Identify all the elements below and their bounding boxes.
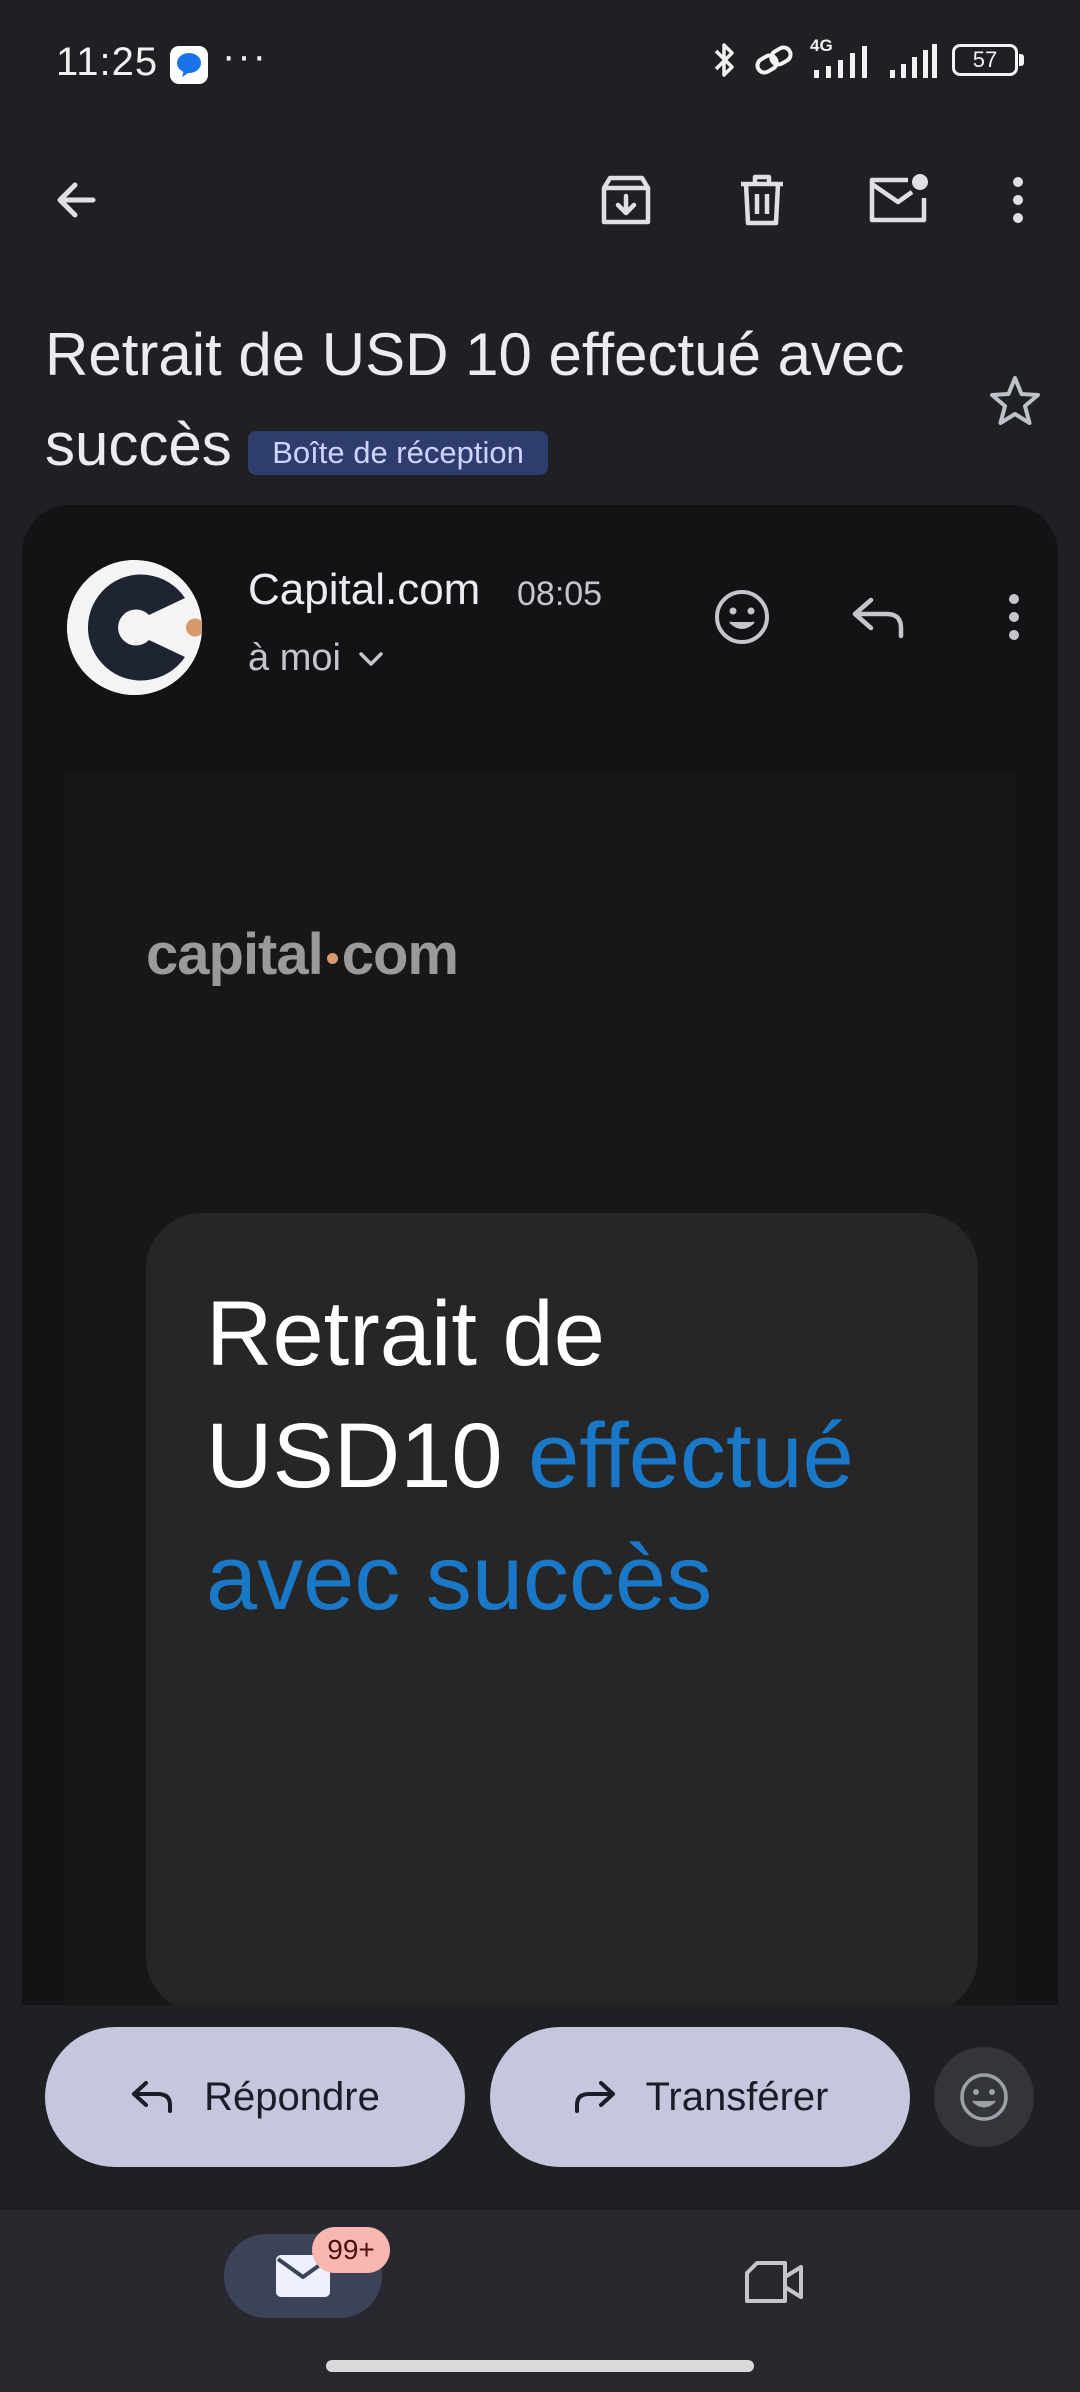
- recipient-label: à moi: [248, 637, 341, 679]
- bottom-navigation: 99+: [0, 2210, 1080, 2392]
- status-icons: 4G 57: [710, 36, 1024, 80]
- status-more-indicator: ···: [222, 34, 268, 78]
- reply-button[interactable]: [838, 577, 918, 657]
- archive-icon: [598, 172, 654, 228]
- withdrawal-card: Retrait de USD10 effectué avec succès: [146, 1213, 978, 2005]
- forward-label: Transférer: [645, 2074, 829, 2119]
- email-body: capital com Retrait de USD10 effectué ave…: [64, 773, 1016, 2005]
- unread-count-badge: 99+: [312, 2227, 390, 2273]
- reply-icon: [849, 592, 907, 642]
- signal-4g-icon: 4G: [810, 36, 874, 80]
- status-time: 11:25: [56, 40, 159, 84]
- more-vert-icon: [1004, 589, 1024, 645]
- more-vert-icon: [1008, 172, 1028, 228]
- inbox-label-chip[interactable]: Boîte de réception: [248, 430, 548, 475]
- link-icon: [752, 40, 796, 80]
- emoji-reaction-button[interactable]: [934, 2047, 1034, 2147]
- arrow-left-icon: [51, 175, 101, 225]
- add-reaction-button[interactable]: [702, 577, 782, 657]
- forward-icon: [571, 2077, 617, 2117]
- message-card: Capital.com 08:05 à moi capital com Retra…: [22, 505, 1058, 2005]
- reply-label: Répondre: [204, 2074, 380, 2119]
- nav-meet-tab[interactable]: [735, 2252, 815, 2312]
- emoji-icon: [957, 2070, 1011, 2124]
- sender-avatar[interactable]: [67, 560, 202, 695]
- message-more-button[interactable]: [974, 577, 1054, 657]
- battery-icon: 57: [952, 42, 1024, 78]
- star-button[interactable]: [975, 362, 1055, 442]
- status-bar: 11:25 ··· 4G 57: [0, 0, 1080, 130]
- mark-unread-button[interactable]: [858, 160, 938, 240]
- email-toolbar: [0, 150, 1080, 250]
- sender-name[interactable]: Capital.com: [248, 565, 480, 615]
- messages-notification-icon: [170, 46, 208, 84]
- chevron-down-icon: [357, 649, 385, 669]
- capital-com-logo: capital com: [146, 921, 459, 988]
- back-button[interactable]: [36, 160, 116, 240]
- logo-text-right: com: [341, 922, 459, 987]
- trash-icon: [737, 172, 787, 228]
- network-type-label: 4G: [810, 36, 833, 55]
- reply-icon: [130, 2077, 176, 2117]
- recipient-details-toggle[interactable]: à moi: [248, 637, 385, 680]
- logo-text-left: capital: [146, 922, 324, 987]
- star-icon: [985, 372, 1045, 432]
- battery-level: 57: [972, 47, 998, 72]
- reply-bar: Répondre Transférer: [0, 2005, 1080, 2210]
- withdrawal-heading: Retrait de USD10 effectué avec succès: [206, 1273, 926, 1639]
- subject-area: Retrait de USD 10 effectué avec succès B…: [45, 310, 965, 490]
- more-options-button[interactable]: [978, 160, 1058, 240]
- mail-unread-icon: [866, 172, 930, 228]
- message-time: 08:05: [517, 575, 603, 613]
- forward-pill-button[interactable]: Transférer: [490, 2027, 910, 2167]
- signal-icon: [888, 40, 938, 80]
- reply-pill-button[interactable]: Répondre: [45, 2027, 465, 2167]
- video-camera-icon: [743, 2257, 807, 2307]
- bluetooth-icon: [710, 40, 738, 80]
- emoji-icon: [712, 587, 772, 647]
- gesture-navigation-bar[interactable]: [326, 2360, 754, 2372]
- logo-dot: [326, 953, 338, 964]
- archive-button[interactable]: [586, 160, 666, 240]
- delete-button[interactable]: [722, 160, 802, 240]
